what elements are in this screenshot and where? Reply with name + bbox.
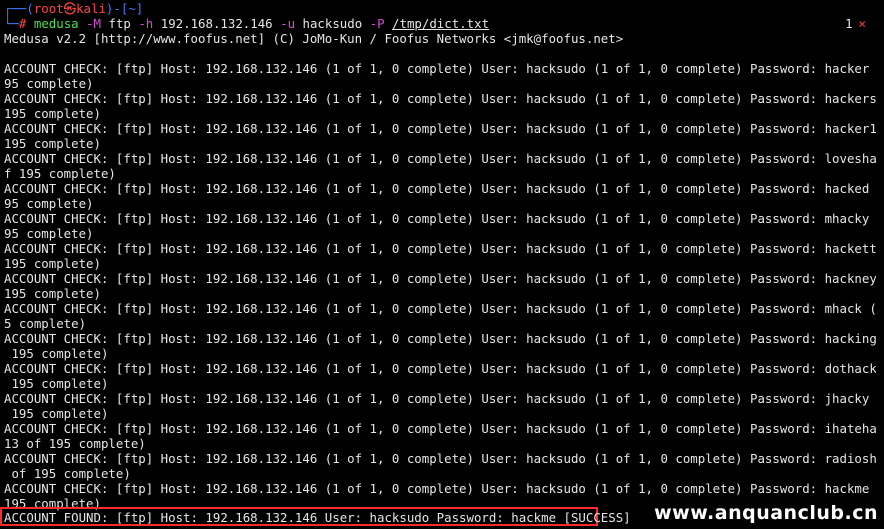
log-entry: ACCOUNT CHECK: [ftp] Host: 192.168.132.1… [4, 241, 876, 271]
log-entry-line-1: ACCOUNT CHECK: [ftp] Host: 192.168.132.1… [4, 181, 876, 196]
prompt-hash: # [18, 16, 27, 31]
banner-line: Medusa v2.2 [http://www.foofus.net] (C) … [4, 31, 624, 46]
value-u: hacksudo [302, 16, 363, 31]
log-entry-line-1: ACCOUNT CHECK: [ftp] Host: 192.168.132.1… [4, 61, 876, 76]
flag-P: -P [369, 16, 385, 31]
prompt-line-2: └─# medusa -M ftp -h 192.168.132.146 -u … [4, 16, 884, 31]
log-entry: ACCOUNT CHECK: [ftp] Host: 192.168.132.1… [4, 301, 876, 331]
terminal-window[interactable]: ┌──(root㉿kali)-[~] └─# medusa -M ftp -h … [0, 0, 884, 529]
log-entry-line-1: ACCOUNT CHECK: [ftp] Host: 192.168.132.1… [4, 121, 876, 136]
log-entry-line-1: ACCOUNT CHECK: [ftp] Host: 192.168.132.1… [4, 241, 876, 256]
log-entry: ACCOUNT CHECK: [ftp] Host: 192.168.132.1… [4, 211, 876, 241]
log-entry-line-1: ACCOUNT CHECK: [ftp] Host: 192.168.132.1… [4, 301, 876, 316]
log-entry: ACCOUNT CHECK: [ftp] Host: 192.168.132.1… [4, 181, 876, 211]
shell-prompt: ┌──(root㉿kali)-[~] └─# medusa -M ftp -h … [4, 1, 884, 46]
log-entry-line-2: 195 complete) [4, 406, 109, 421]
log-entry: ACCOUNT CHECK: [ftp] Host: 192.168.132.1… [4, 361, 876, 391]
log-entry: ACCOUNT CHECK: [ftp] Host: 192.168.132.1… [4, 121, 876, 151]
log-entry-line-2: 195 complete) [4, 136, 101, 151]
log-entry: ACCOUNT CHECK: [ftp] Host: 192.168.132.1… [4, 271, 876, 301]
log-entry-line-2: f 195 complete) [4, 166, 116, 181]
log-entry-line-1: ACCOUNT CHECK: [ftp] Host: 192.168.132.1… [4, 151, 876, 166]
prompt-corner-top: ┌──( [4, 1, 34, 16]
log-entry: ACCOUNT CHECK: [ftp] Host: 192.168.132.1… [4, 451, 876, 481]
log-entry-line-2: 95 complete) [4, 76, 94, 91]
log-entry-line-2: of 195 complete) [4, 466, 131, 481]
prompt-directory: ~ [128, 1, 136, 16]
log-output: ACCOUNT CHECK: [ftp] Host: 192.168.132.1… [4, 61, 876, 511]
log-entry: ACCOUNT CHECK: [ftp] Host: 192.168.132.1… [4, 391, 876, 421]
flag-M: -M [86, 16, 102, 31]
prompt-user: root㉿kali [33, 1, 106, 16]
prompt-bracket-close: ] [135, 1, 144, 16]
value-h: 192.168.132.146 [160, 16, 273, 31]
log-entry-line-2: 13 of 195 complete) [4, 436, 146, 451]
log-entry-line-1: ACCOUNT CHECK: [ftp] Host: 192.168.132.1… [4, 421, 876, 436]
value-M: ftp [108, 16, 131, 31]
command-name: medusa [33, 16, 79, 31]
log-entry: ACCOUNT CHECK: [ftp] Host: 192.168.132.1… [4, 151, 876, 181]
log-entry-line-2: 95 complete) [4, 196, 94, 211]
prompt-separator: )-[ [105, 1, 129, 16]
log-entry-line-1: ACCOUNT CHECK: [ftp] Host: 192.168.132.1… [4, 451, 876, 466]
job-status-badge: 1 × [845, 16, 866, 31]
log-entry-line-2: 195 complete) [4, 256, 101, 271]
account-found-line: ACCOUNT FOUND: [ftp] Host: 192.168.132.1… [4, 510, 631, 525]
log-entry-line-1: ACCOUNT CHECK: [ftp] Host: 192.168.132.1… [4, 331, 876, 346]
prompt-line-1: ┌──(root㉿kali)-[~] [4, 1, 884, 16]
log-entry: ACCOUNT CHECK: [ftp] Host: 192.168.132.1… [4, 421, 876, 451]
value-P-path: /tmp/dict.txt [392, 16, 490, 31]
log-entry-line-1: ACCOUNT CHECK: [ftp] Host: 192.168.132.1… [4, 361, 876, 376]
flag-h: -h [138, 16, 154, 31]
log-entry: ACCOUNT CHECK: [ftp] Host: 192.168.132.1… [4, 61, 876, 91]
job-count: 1 [845, 16, 853, 31]
flag-u: -u [280, 16, 296, 31]
close-icon[interactable]: × [859, 16, 866, 31]
watermark: www.anquanclub.cn [654, 502, 878, 524]
log-entry-line-1: ACCOUNT CHECK: [ftp] Host: 192.168.132.1… [4, 211, 876, 226]
log-entry-line-1: ACCOUNT CHECK: [ftp] Host: 192.168.132.1… [4, 271, 876, 286]
log-entry: ACCOUNT CHECK: [ftp] Host: 192.168.132.1… [4, 91, 876, 121]
log-entry-line-2: 195 complete) [4, 346, 109, 361]
log-entry-line-2: 95 complete) [4, 226, 94, 241]
log-entry-line-1: ACCOUNT CHECK: [ftp] Host: 192.168.132.1… [4, 391, 876, 406]
log-entry-line-2: 195 complete) [4, 106, 101, 121]
prompt-corner-bottom: └─ [4, 16, 19, 31]
log-entry-line-2: 195 complete) [4, 286, 101, 301]
log-entry-line-2: 195 complete) [4, 376, 109, 391]
log-entry-line-1: ACCOUNT CHECK: [ftp] Host: 192.168.132.1… [4, 91, 876, 106]
log-entry-line-1: ACCOUNT CHECK: [ftp] Host: 192.168.132.1… [4, 481, 876, 496]
log-entry-line-2: 5 complete) [4, 316, 87, 331]
log-entry: ACCOUNT CHECK: [ftp] Host: 192.168.132.1… [4, 331, 876, 361]
